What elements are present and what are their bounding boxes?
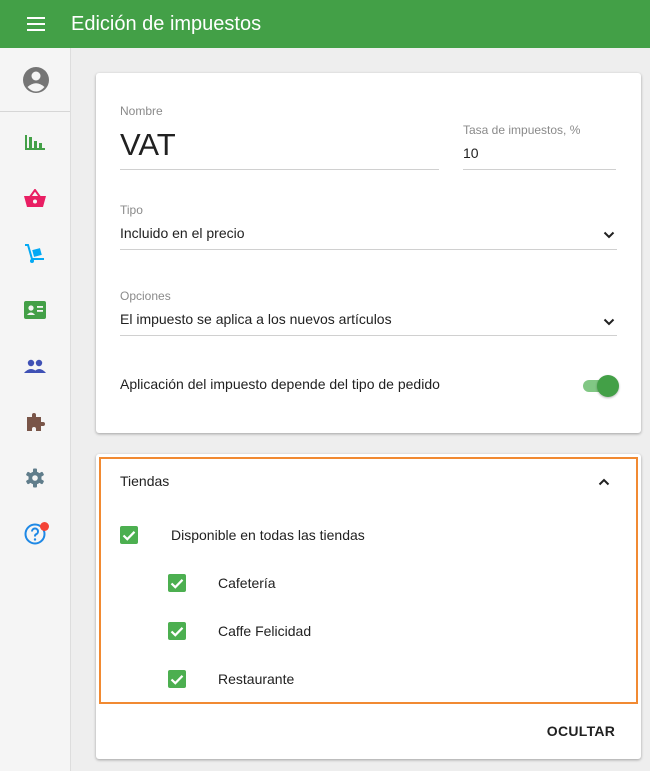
order-type-toggle[interactable] (581, 375, 619, 397)
name-underline (120, 169, 439, 170)
type-underline (120, 249, 617, 250)
name-label: Nombre (120, 104, 163, 118)
basket-icon (24, 189, 46, 207)
sidebar-item-reports[interactable] (0, 122, 70, 162)
sidebar-divider (0, 111, 70, 112)
tax-details-card: Nombre VAT Tasa de impuestos, % 10 Tipo … (96, 73, 641, 433)
sidebar-item-inventory[interactable] (0, 234, 70, 274)
notification-dot (40, 522, 49, 531)
order-type-toggle-label: Aplicación del impuesto depende del tipo… (120, 376, 440, 392)
sidebar-item-integrations[interactable] (0, 402, 70, 442)
rate-underline (463, 169, 616, 170)
sidebar-item-customers[interactable] (0, 346, 70, 386)
rate-label: Tasa de impuestos, % (463, 123, 581, 137)
options-label: Opciones (120, 289, 171, 303)
inventory-icon (25, 244, 44, 263)
employee-card-icon (24, 301, 46, 319)
settings-icon (26, 468, 44, 488)
sidebar (0, 48, 71, 771)
menu-icon[interactable] (0, 0, 72, 48)
sidebar-item-employees[interactable] (0, 290, 70, 330)
toggle-thumb (597, 375, 619, 397)
rate-field[interactable]: 10 (463, 145, 479, 161)
stores-highlight-frame (99, 457, 638, 704)
sidebar-item-settings[interactable] (0, 458, 70, 498)
type-select[interactable]: Incluido en el precio (120, 225, 245, 241)
sidebar-item-help[interactable] (0, 514, 70, 554)
name-field[interactable]: VAT (120, 127, 176, 163)
account-circle-icon[interactable] (22, 66, 50, 94)
sidebar-item-sales[interactable] (0, 178, 70, 218)
reports-icon (25, 135, 45, 150)
app-bar: Edición de impuestos (0, 0, 650, 48)
hide-button[interactable]: OCULTAR (536, 716, 626, 746)
integrations-icon (27, 413, 45, 431)
options-underline (120, 335, 617, 336)
chevron-down-icon[interactable] (603, 318, 615, 326)
options-select[interactable]: El impuesto se aplica a los nuevos artíc… (120, 311, 392, 327)
type-label: Tipo (120, 203, 143, 217)
chevron-down-icon[interactable] (603, 231, 615, 239)
page-title: Edición de impuestos (71, 12, 262, 35)
customers-icon (24, 359, 46, 373)
